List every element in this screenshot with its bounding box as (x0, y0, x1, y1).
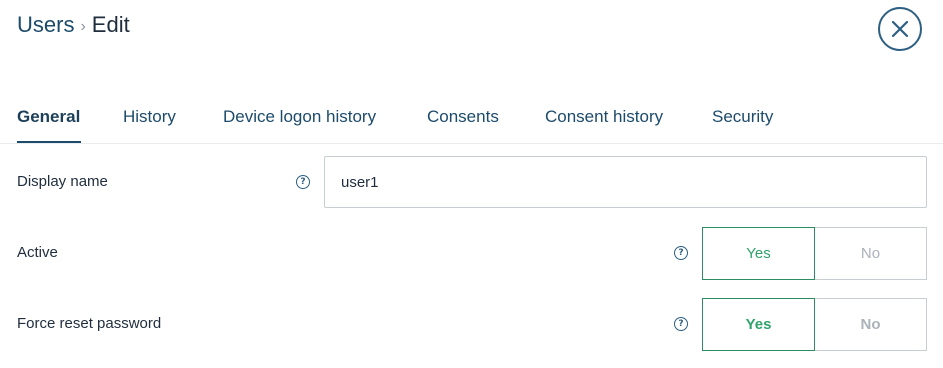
active-yes-button[interactable]: Yes (702, 227, 815, 280)
tab-consents[interactable]: Consents (427, 96, 499, 142)
tab-device-logon-history[interactable]: Device logon history (223, 96, 376, 142)
force-reset-toggle: Yes No (702, 298, 927, 351)
close-button[interactable] (878, 7, 922, 51)
help-icon[interactable]: ? (296, 175, 310, 189)
tab-history[interactable]: History (123, 96, 176, 142)
tab-general[interactable]: General (17, 96, 82, 143)
breadcrumb: Users › Edit (17, 12, 130, 38)
force-reset-no-button[interactable]: No (815, 298, 927, 351)
display-name-input[interactable] (324, 156, 927, 208)
help-icon[interactable]: ? (674, 246, 688, 260)
breadcrumb-current: Edit (91, 12, 130, 37)
close-icon (891, 20, 909, 38)
active-toggle: Yes No (702, 227, 927, 280)
active-label: Active (17, 244, 58, 261)
help-icon[interactable]: ? (674, 317, 688, 331)
active-no-button[interactable]: No (815, 227, 927, 280)
tab-consent-history[interactable]: Consent history (545, 96, 663, 142)
breadcrumb-users-link[interactable]: Users (17, 12, 74, 38)
force-reset-yes-button[interactable]: Yes (702, 298, 815, 351)
breadcrumb-separator: › (80, 18, 86, 35)
force-reset-password-label: Force reset password (17, 315, 162, 332)
tab-bar: General History Device logon history Con… (0, 96, 943, 144)
display-name-label: Display name (17, 173, 108, 190)
tab-security[interactable]: Security (712, 96, 773, 142)
